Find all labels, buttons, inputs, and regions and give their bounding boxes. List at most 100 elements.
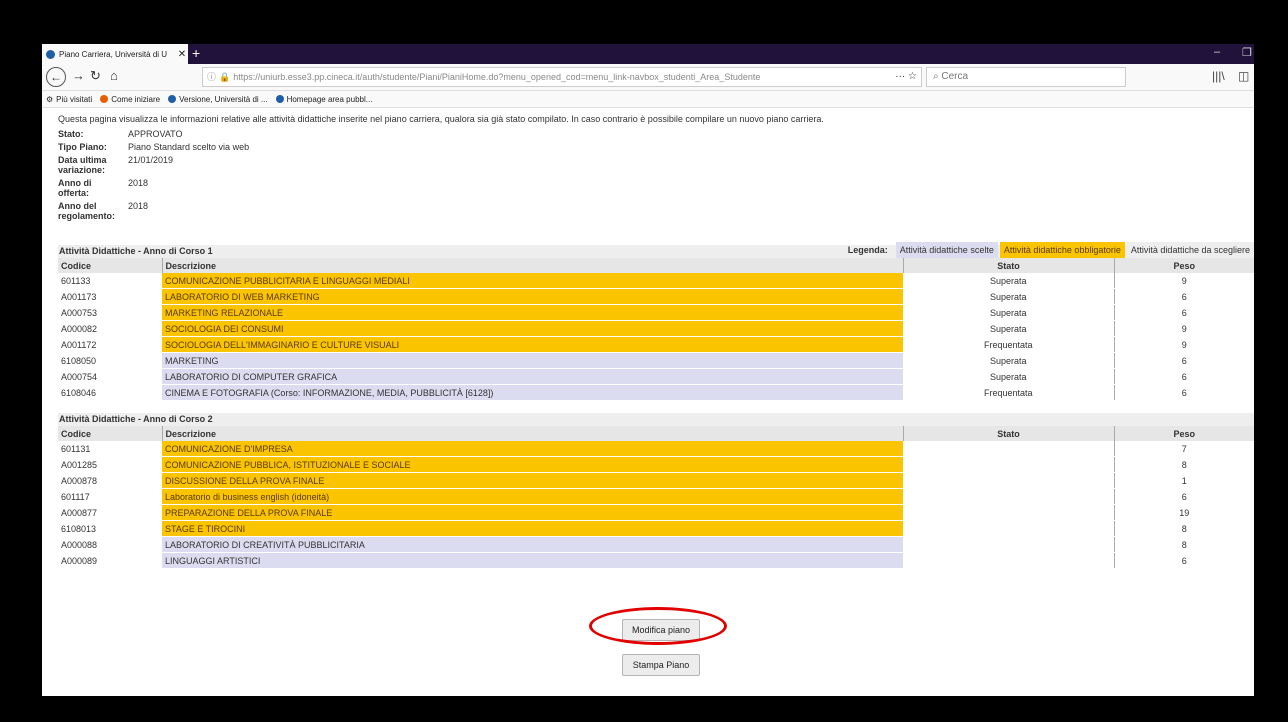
cell-stato: Frequentata bbox=[903, 384, 1115, 401]
cell-peso: 9 bbox=[1114, 320, 1254, 337]
col-descrizione: Descrizione bbox=[162, 258, 904, 273]
forward-icon[interactable]: → bbox=[72, 68, 85, 83]
lock-icon: 🔒 bbox=[219, 72, 231, 82]
year2-title: Attività Didattiche - Anno di Corso 2 bbox=[58, 413, 1254, 426]
cell-descrizione: COMUNICAZIONE D'IMPRESA bbox=[162, 441, 903, 457]
cell-peso: 8 bbox=[1114, 520, 1254, 537]
plan-info: Stato: APPROVATO Tipo Piano: Piano Standar… bbox=[58, 128, 255, 223]
bookmark-versione[interactable]: Versione, Università di ... bbox=[168, 95, 268, 104]
table-row: 601131 COMUNICAZIONE D'IMPRESA 7 bbox=[58, 441, 1254, 457]
stato-value: APPROVATO bbox=[128, 129, 183, 139]
cell-codice: A000877 bbox=[58, 504, 162, 521]
col-codice: Codice bbox=[58, 426, 163, 441]
col-stato: Stato bbox=[903, 426, 1115, 441]
table-row: 601117 Laboratorio di business english (i… bbox=[58, 488, 1254, 505]
table-row: A000082 SOCIOLOGIA DEI CONSUMI Superata 9 bbox=[58, 320, 1254, 337]
url-text: https://uniurb.esse3.pp.cineca.it/auth/s… bbox=[233, 72, 761, 82]
anno-reg-label: Anno del regolamento: bbox=[58, 201, 116, 221]
page-actions-icon[interactable]: ··· ☆ bbox=[895, 68, 917, 86]
bookmark-most-visited[interactable]: ⚙ Più visitati bbox=[46, 95, 92, 104]
tab-title: Piano Carriera, Università di U bbox=[59, 49, 168, 59]
cell-descrizione: Laboratorio di business english (idoneit… bbox=[162, 488, 903, 505]
cell-stato bbox=[903, 552, 1115, 569]
site-favicon-icon bbox=[275, 95, 284, 103]
cell-descrizione: PREPARAZIONE DELLA PROVA FINALE bbox=[162, 504, 903, 521]
table-row: A000878 DISCUSSIONE DELLA PROVA FINALE 1 bbox=[58, 472, 1254, 489]
cell-codice: 601133 bbox=[58, 273, 162, 289]
cell-descrizione: MARKETING RELAZIONALE bbox=[162, 304, 903, 321]
cell-peso: 6 bbox=[1114, 368, 1254, 385]
table-row: A000088 LABORATORIO DI CREATIVITÀ PUBBLIC… bbox=[58, 536, 1254, 553]
sidebar-icon[interactable]: ◫ bbox=[1238, 69, 1249, 83]
col-descrizione: Descrizione bbox=[162, 426, 904, 441]
tipo-value: Piano Standard scelto via web bbox=[128, 142, 250, 152]
cell-stato bbox=[903, 456, 1115, 473]
home-icon[interactable]: ⌂ bbox=[110, 68, 118, 83]
cell-codice: A000089 bbox=[58, 552, 162, 569]
cell-descrizione: COMUNICAZIONE PUBBLICA, ISTITUZIONALE E … bbox=[162, 456, 903, 473]
year1-rows: 601133 COMUNICAZIONE PUBBLICITARIA E LING… bbox=[58, 273, 1254, 401]
close-tab-icon[interactable]: ✕ bbox=[176, 49, 188, 60]
cell-peso: 9 bbox=[1114, 336, 1254, 353]
cell-descrizione: LINGUAGGI ARTISTICI bbox=[162, 552, 903, 569]
stampa-piano-button[interactable]: Stampa Piano bbox=[622, 654, 700, 676]
minimize-icon[interactable]: – bbox=[1214, 46, 1220, 58]
cell-stato: Superata bbox=[903, 320, 1115, 337]
cell-codice: 601117 bbox=[58, 488, 162, 505]
bookmark-getting-started[interactable]: Come iniziare bbox=[100, 95, 160, 104]
cell-stato bbox=[903, 472, 1115, 489]
cell-codice: A001173 bbox=[58, 288, 162, 305]
search-input[interactable]: ⌕ Cerca bbox=[926, 67, 1126, 87]
cell-peso: 19 bbox=[1114, 504, 1254, 521]
cell-peso: 6 bbox=[1114, 288, 1254, 305]
year2-table: Codice Descrizione Stato Peso 601131 COMU… bbox=[58, 426, 1254, 569]
cell-stato: Superata bbox=[903, 273, 1115, 289]
table-row: A000753 MARKETING RELAZIONALE Superata 6 bbox=[58, 304, 1254, 321]
cell-stato bbox=[903, 504, 1115, 521]
new-tab-icon[interactable]: + bbox=[192, 45, 200, 61]
legend-obbligatorie: Attività didattiche obbligatorie bbox=[999, 242, 1125, 258]
table-row: A001172 SOCIOLOGIA DELL'IMMAGINARIO E CUL… bbox=[58, 336, 1254, 353]
table-row: A001285 COMUNICAZIONE PUBBLICA, ISTITUZIO… bbox=[58, 456, 1254, 473]
cell-peso: 6 bbox=[1114, 384, 1254, 401]
cell-codice: A000082 bbox=[58, 320, 162, 337]
browser-tab[interactable]: Piano Carriera, Università di U ✕ bbox=[42, 44, 188, 64]
cell-codice: A001285 bbox=[58, 456, 162, 473]
cell-stato bbox=[903, 520, 1115, 537]
anno-reg-value: 2018 bbox=[128, 201, 149, 211]
cell-stato: Superata bbox=[903, 368, 1115, 385]
library-icon[interactable]: |||\ bbox=[1212, 69, 1225, 83]
cell-stato bbox=[903, 441, 1115, 457]
cell-peso: 1 bbox=[1114, 472, 1254, 489]
col-stato: Stato bbox=[903, 258, 1115, 273]
url-bar[interactable]: ⓘ 🔒 https://uniurb.esse3.pp.cineca.it/auth… bbox=[202, 67, 922, 87]
cell-descrizione: SOCIOLOGIA DELL'IMMAGINARIO E CULTURE VI… bbox=[162, 336, 903, 353]
back-icon[interactable]: ← bbox=[46, 67, 66, 87]
cell-codice: 6108013 bbox=[58, 520, 162, 537]
anno-offerta-label: Anno di offerta: bbox=[58, 178, 92, 198]
cell-codice: A000754 bbox=[58, 368, 162, 385]
table-row: A000089 LINGUAGGI ARTISTICI 6 bbox=[58, 552, 1254, 569]
cell-descrizione: DISCUSSIONE DELLA PROVA FINALE bbox=[162, 472, 903, 489]
bookmark-homepage[interactable]: Homepage area pubbl... bbox=[275, 95, 372, 104]
page-content: Questa pagina visualizza le informazioni… bbox=[58, 112, 1254, 569]
site-favicon-icon bbox=[46, 49, 55, 59]
cell-descrizione: LABORATORIO DI WEB MARKETING bbox=[162, 288, 903, 305]
data-value: 21/01/2019 bbox=[128, 155, 174, 165]
maximize-icon[interactable]: ❐ bbox=[1242, 46, 1252, 59]
cell-descrizione: LABORATORIO DI COMPUTER GRAFICA bbox=[162, 368, 903, 385]
table-row: 6108046 CINEMA E FOTOGRAFIA (Corso: INFOR… bbox=[58, 384, 1254, 401]
reload-icon[interactable]: ↻ bbox=[90, 68, 101, 84]
cell-descrizione: STAGE E TIROCINI bbox=[162, 520, 903, 537]
col-codice: Codice bbox=[58, 258, 163, 273]
cell-peso: 9 bbox=[1114, 273, 1254, 289]
cell-descrizione: CINEMA E FOTOGRAFIA (Corso: INFORMAZIONE… bbox=[162, 384, 903, 401]
table-row: A000877 PREPARAZIONE DELLA PROVA FINALE 19 bbox=[58, 504, 1254, 521]
legend: Legenda: Attività didattiche scelte Atti… bbox=[848, 242, 1254, 258]
info-icon[interactable]: ⓘ bbox=[207, 72, 216, 82]
browser-window: Piano Carriera, Università di U ✕ + – ❐ … bbox=[42, 44, 1254, 696]
cell-codice: 6108050 bbox=[58, 352, 162, 369]
table-row: A000754 LABORATORIO DI COMPUTER GRAFICA Su… bbox=[58, 368, 1254, 385]
tab-bar: Piano Carriera, Università di U ✕ + – ❐ bbox=[42, 44, 1254, 64]
cell-codice: A000878 bbox=[58, 472, 162, 489]
